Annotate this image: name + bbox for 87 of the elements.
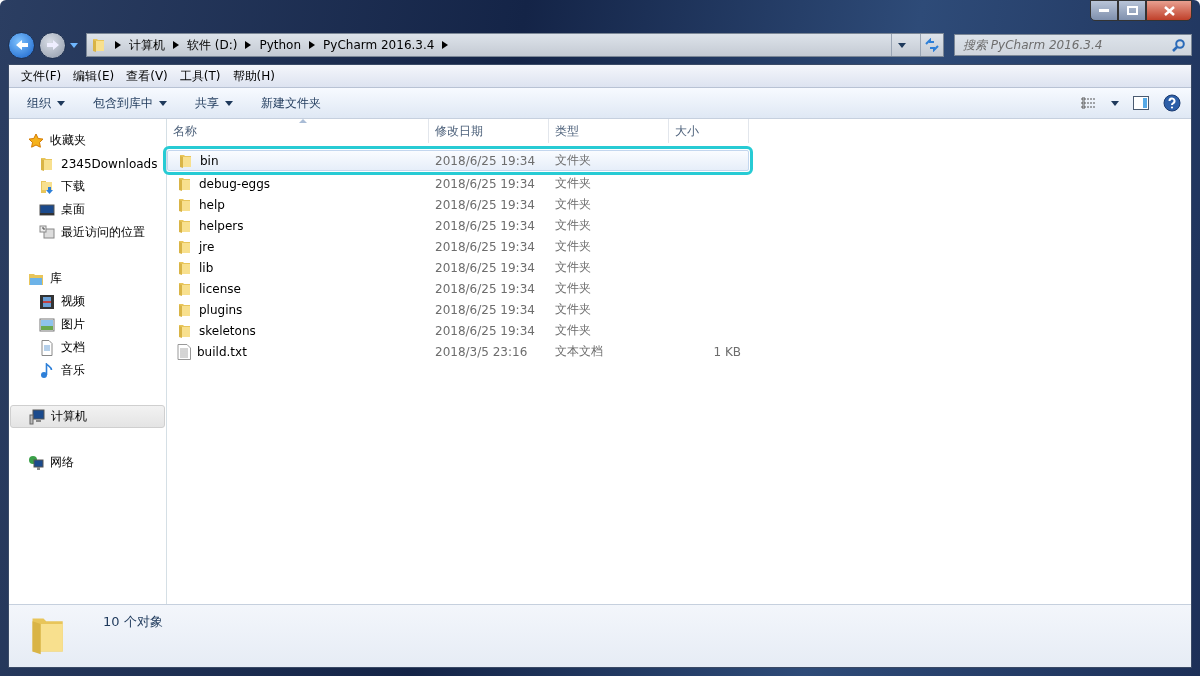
- file-row[interactable]: debug-eggs 2018/6/25 19:34 文件夹: [167, 173, 749, 194]
- picture-icon: [39, 316, 55, 333]
- folder-icon: [177, 259, 193, 276]
- folder-icon: [177, 280, 193, 297]
- breadcrumb[interactable]: 计算机: [129, 36, 165, 54]
- sidebar-item[interactable]: 视频: [10, 290, 165, 313]
- breadcrumb-arrow-icon[interactable]: [173, 41, 179, 49]
- menu-item[interactable]: 帮助(H): [226, 67, 281, 85]
- folder-icon: [177, 322, 193, 339]
- folder-icon: [177, 175, 193, 192]
- file-row[interactable]: license 2018/6/25 19:34 文件夹: [167, 278, 749, 299]
- sidebar-item[interactable]: 计算机: [10, 405, 165, 428]
- history-caret-icon[interactable]: [70, 42, 78, 48]
- status-text: 10 个对象: [103, 613, 163, 631]
- sort-arrow-icon: [299, 119, 307, 123]
- file-row[interactable]: plugins 2018/6/25 19:34 文件夹: [167, 299, 749, 320]
- breadcrumb[interactable]: 软件 (D:): [187, 36, 238, 54]
- minimize-icon: [1099, 9, 1109, 12]
- recent-places-icon: [39, 224, 55, 241]
- forward-button[interactable]: [39, 31, 66, 59]
- computer-icon: [29, 408, 45, 425]
- file-row[interactable]: skeletons 2018/6/25 19:34 文件夹: [167, 320, 749, 341]
- sidebar-item[interactable]: 桌面: [10, 198, 165, 221]
- back-button[interactable]: [8, 31, 35, 59]
- folder-icon: [39, 155, 55, 172]
- sidebar-item[interactable]: 文档: [10, 336, 165, 359]
- sidebar-item[interactable]: 最近访问的位置: [10, 221, 165, 244]
- menu-item[interactable]: 查看(V): [120, 67, 174, 85]
- download-folder-icon: [39, 178, 55, 195]
- sidebar-item[interactable]: 2345Downloads: [10, 152, 165, 175]
- breadcrumb-arrow-icon[interactable]: [115, 41, 121, 49]
- breadcrumb-arrow-icon[interactable]: [245, 41, 252, 49]
- sidebar-item[interactable]: 下载: [10, 175, 165, 198]
- search-icon[interactable]: [1172, 38, 1185, 52]
- view-options-icon[interactable]: [1081, 97, 1097, 109]
- maximize-button[interactable]: [1118, 0, 1146, 21]
- folder-icon: [177, 217, 193, 234]
- search-field[interactable]: 搜索 PyCharm 2016.3.4: [954, 34, 1192, 56]
- menu-item[interactable]: 工具(T): [173, 67, 227, 85]
- sidebar-item[interactable]: 网络: [10, 451, 165, 474]
- file-row[interactable]: help 2018/6/25 19:34 文件夹: [167, 194, 749, 215]
- sidebar-item[interactable]: 图片: [10, 313, 165, 336]
- star-icon: [28, 132, 44, 149]
- column-header[interactable]: 类型: [549, 119, 669, 143]
- help-icon[interactable]: [1163, 94, 1181, 112]
- toolbar-button[interactable]: 共享: [187, 94, 241, 112]
- column-header[interactable]: 大小: [669, 119, 749, 143]
- file-row[interactable]: lib 2018/6/25 19:34 文件夹: [167, 257, 749, 278]
- folder-icon: [178, 152, 194, 169]
- toolbar-button[interactable]: 组织: [19, 94, 73, 112]
- forward-arrow-icon: [45, 39, 60, 51]
- file-row[interactable]: jre 2018/6/25 19:34 文件夹: [167, 236, 749, 257]
- folder-icon: [177, 238, 193, 255]
- network-icon: [28, 454, 44, 471]
- dropdown-caret-icon: [898, 42, 906, 48]
- minimize-button[interactable]: [1090, 0, 1118, 21]
- menu-item[interactable]: 文件(F): [15, 67, 68, 85]
- toolbar-button[interactable]: 包含到库中: [85, 94, 175, 112]
- sidebar-item[interactable]: 库: [10, 267, 165, 290]
- breadcrumb-arrow-icon[interactable]: [442, 41, 449, 49]
- film-icon: [39, 293, 55, 310]
- desktop-icon: [39, 201, 55, 218]
- column-header[interactable]: 名称: [167, 119, 429, 143]
- refresh-icon[interactable]: [924, 38, 940, 52]
- file-row[interactable]: helpers 2018/6/25 19:34 文件夹: [167, 215, 749, 236]
- breadcrumb-arrow-icon[interactable]: [309, 41, 316, 49]
- address-bar[interactable]: 计算机 软件 (D:) Python PyCharm 2016.3.4: [86, 33, 944, 57]
- text-file-icon: [177, 343, 191, 360]
- view-caret-icon: [1111, 100, 1119, 106]
- folder-icon: [91, 37, 107, 53]
- back-arrow-icon: [14, 39, 29, 51]
- preview-pane-icon[interactable]: [1133, 96, 1149, 110]
- menu-item[interactable]: 编辑(E): [67, 67, 121, 85]
- document-icon: [39, 339, 55, 356]
- music-note-icon: [39, 362, 55, 379]
- maximize-icon: [1126, 6, 1138, 15]
- breadcrumb[interactable]: PyCharm 2016.3.4: [323, 38, 435, 52]
- sidebar-item[interactable]: 音乐: [10, 359, 165, 382]
- breadcrumb[interactable]: Python: [259, 38, 302, 52]
- sidebar-item[interactable]: 收藏夹: [10, 129, 165, 152]
- column-header[interactable]: 修改日期: [429, 119, 549, 143]
- file-row[interactable]: build.txt 2018/3/5 23:16 文本文档 1 KB: [167, 341, 749, 362]
- toolbar-button[interactable]: 新建文件夹: [253, 94, 329, 112]
- folder-icon: [177, 196, 193, 213]
- folder-icon: [177, 301, 193, 318]
- close-icon: [1163, 5, 1175, 16]
- close-button[interactable]: [1146, 0, 1192, 21]
